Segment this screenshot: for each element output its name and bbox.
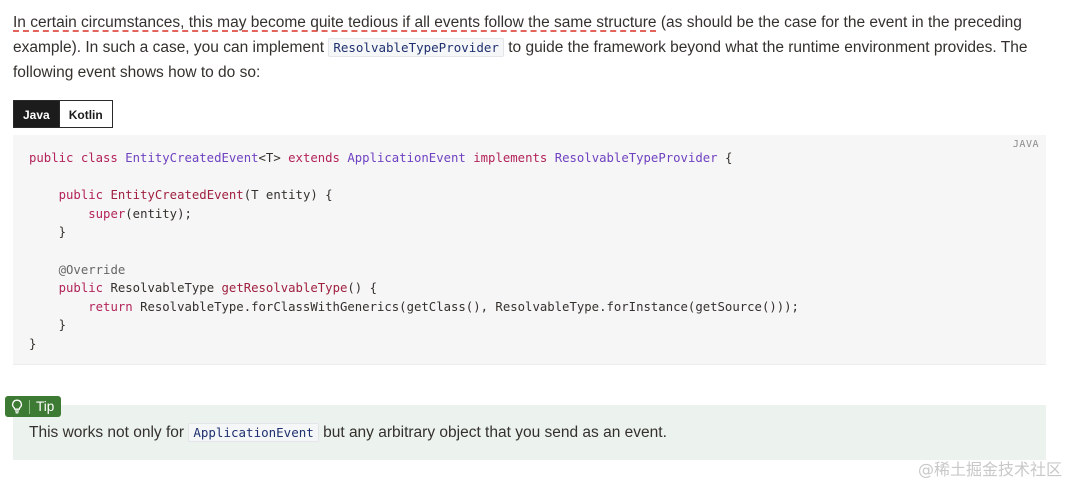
tip-text-before: This works not only for [29, 424, 189, 441]
code-token: public [58, 188, 111, 203]
tip-text-after: but any arbitrary object that you send a… [318, 424, 667, 441]
code-block: JAVA public class EntityCreatedEvent<T> … [13, 135, 1046, 365]
code-annotation: @Override [58, 262, 126, 277]
tab-java[interactable]: Java [13, 100, 60, 128]
inline-code-application-event: ApplicationEvent [188, 423, 319, 442]
code-token: () { [347, 281, 377, 296]
code-token: EntityCreatedEvent [110, 188, 244, 203]
code-language-label: JAVA [1012, 139, 1039, 150]
code-token: EntityCreatedEvent [125, 151, 259, 165]
code-token: implements [473, 151, 555, 165]
code-content: public class EntityCreatedEvent<T> exten… [29, 149, 799, 354]
code-line: } [29, 225, 67, 240]
code-token: public [58, 281, 111, 296]
tip-separator [29, 399, 30, 414]
intro-text-underlined: In certain circumstances, this may becom… [13, 14, 657, 31]
language-tabs: Java Kotlin [13, 100, 113, 128]
tab-kotlin[interactable]: Kotlin [59, 100, 113, 128]
code-token: ResolvableTypeProvider [554, 151, 718, 165]
code-token: (T entity) { [243, 188, 333, 203]
code-token: super [88, 206, 126, 221]
code-token: getResolvableType [221, 281, 348, 296]
lightbulb-icon [11, 399, 23, 414]
code-line: } [29, 336, 37, 351]
code-line: } [29, 318, 67, 333]
watermark: @稀土掘金技术社区 [917, 460, 1062, 479]
code-token: ResolvableType.forClassWithGenerics(getC… [140, 299, 799, 314]
code-token: { [717, 151, 733, 165]
code-token: (entity); [125, 206, 192, 221]
tip-badge: Tip [5, 396, 62, 417]
code-token: ApplicationEvent [347, 151, 466, 165]
code-token: return [88, 299, 141, 314]
intro-paragraph: In certain circumstances, this may becom… [13, 10, 1053, 85]
code-token: <T> [258, 151, 289, 165]
code-token: extends [288, 151, 348, 165]
code-token: ResolvableType [110, 281, 222, 296]
tip-label: Tip [36, 399, 55, 414]
tip-text: This works not only for ApplicationEvent… [29, 423, 667, 442]
inline-code-resolvable-type-provider: ResolvableTypeProvider [328, 38, 504, 57]
code-token: public class [29, 151, 126, 165]
